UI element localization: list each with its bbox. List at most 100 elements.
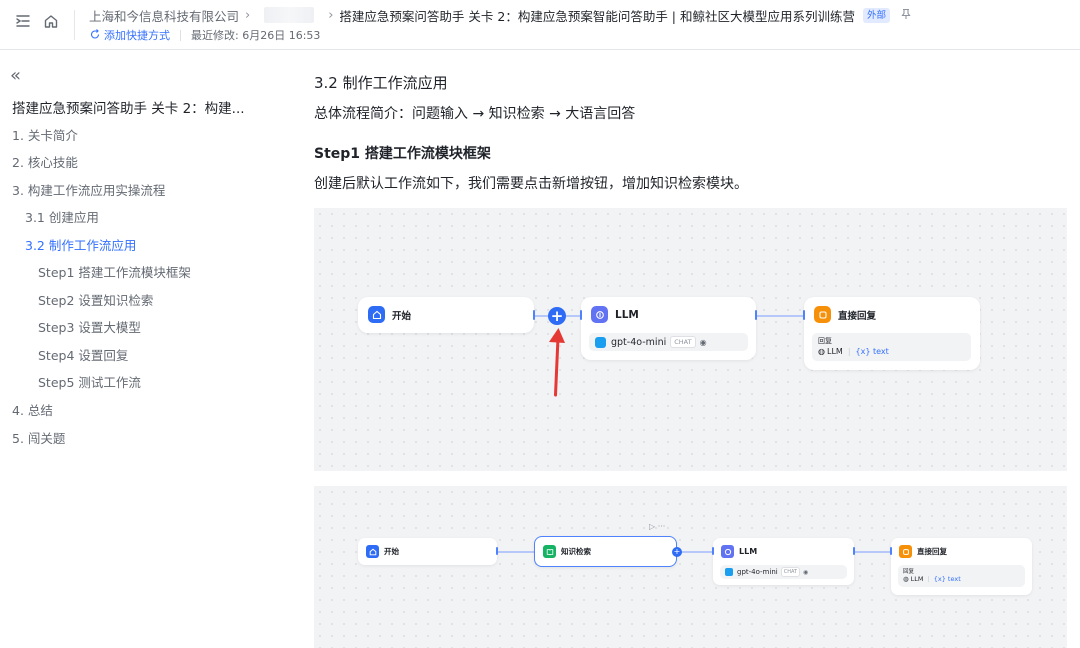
llm-source-icon: ◍ — [903, 575, 909, 583]
red-arrow-annotation — [549, 328, 565, 397]
overview-text: 总体流程简介：问题输入 → 知识检索 → 大语言回答 — [314, 106, 636, 122]
node-retrieval-label: 知识检索 — [561, 547, 591, 556]
node-llm-port-out — [755, 310, 757, 320]
breadcrumb-hidden-folder[interactable] — [264, 7, 315, 23]
source-divider: | — [927, 575, 930, 583]
toc-item-step1[interactable]: Step1 搭建工作流模块框架 — [38, 262, 191, 281]
reply-content-field[interactable]: 回复 ◍ LLM | {x} text — [898, 565, 1025, 587]
book-icon — [543, 545, 556, 558]
section-heading: 3.2 制作工作流应用 — [314, 74, 448, 92]
reply-icon — [814, 306, 831, 323]
collapse-sidebar-icon[interactable]: « — [10, 67, 21, 85]
edge-retrieval-to-llm — [680, 551, 713, 553]
chevron-right-icon: › — [245, 7, 251, 23]
toc-item-summary[interactable]: 4. 总结 — [12, 400, 53, 419]
shortcut-icon — [90, 29, 100, 39]
llm-model-name: gpt-4o-mini — [737, 568, 778, 576]
openai-icon — [725, 568, 733, 576]
menu-expand-icon[interactable] — [14, 12, 32, 30]
edge-add-to-llm — [566, 315, 580, 317]
node-llm[interactable]: LLM gpt-4o-mini CHAT ◉ — [581, 297, 756, 360]
header-divider — [74, 10, 75, 40]
node-toolbar[interactable]: ▷ ··· — [649, 522, 665, 531]
node-reply-port — [890, 547, 892, 555]
llm-icon — [591, 306, 608, 323]
doc-title: 搭建应急预案问答助手 关卡 2：构建应急预案智能问答助手 | 和鲸社区大模型应用… — [339, 8, 855, 24]
node-llm[interactable]: LLM gpt-4o-mini CHAT ◉ — [713, 538, 854, 585]
node-llm-label: LLM — [739, 547, 758, 556]
edge-start-to-retrieval — [497, 551, 534, 553]
meta-divider — [180, 29, 181, 41]
node-reply-port — [803, 310, 805, 320]
toc-item-build-flow[interactable]: 3. 构建工作流应用实操流程 — [12, 180, 165, 199]
home-icon[interactable] — [42, 12, 60, 30]
toc-item-skills[interactable]: 2. 核心技能 — [12, 152, 78, 171]
breadcrumb-company[interactable]: 上海和今信息科技有限公司 — [89, 6, 239, 25]
pin-icon[interactable] — [900, 8, 912, 23]
add-shortcut-link[interactable]: 添加快捷方式 — [89, 27, 170, 43]
reply-source: LLM — [826, 347, 843, 356]
toc-sidebar: « 搭建应急预案问答助手 关卡 2：构建... 1. 关卡简介 2. 核心技能 … — [0, 50, 290, 648]
node-start-port — [533, 310, 535, 320]
toc-item-quiz[interactable]: 5. 闯关题 — [12, 428, 65, 447]
node-llm-port-in — [712, 547, 714, 555]
toc-item-step4[interactable]: Step4 设置回复 — [38, 345, 128, 364]
step-text: 创建后默认工作流如下，我们需要点击新增按钮，增加知识检索模块。 — [314, 176, 748, 192]
reply-icon — [899, 545, 912, 558]
add-shortcut-label: 添加快捷方式 — [104, 29, 170, 42]
chat-mode-badge: CHAT — [670, 336, 696, 348]
node-reply-label: 直接回复 — [838, 310, 877, 322]
toc-item-intro[interactable]: 1. 关卡简介 — [12, 125, 78, 144]
add-node-button[interactable]: + — [672, 547, 682, 557]
toc-item-create-app[interactable]: 3.1 创建应用 — [25, 207, 99, 226]
node-start-label: 开始 — [384, 547, 399, 556]
node-start[interactable]: 开始 — [358, 538, 497, 565]
home-icon — [366, 545, 379, 558]
step-heading: Step1 搭建工作流模块框架 — [314, 146, 491, 162]
last-modified: 最近修改: 6月26日 16:53 — [191, 29, 321, 42]
source-divider: | — [847, 347, 851, 356]
workflow-image-default: 开始 + LLM gpt-4o-mini CHAT ◉ 直接回复 回复 ◍ LL… — [314, 208, 1067, 471]
toc-item-step3[interactable]: Step3 设置大模型 — [38, 317, 141, 336]
workflow-image-with-retrieval: 开始 ▷ ··· 知识检索 + LLM gpt-4o-mini CHAT ◉ 直… — [314, 486, 1067, 648]
node-llm-port-in — [580, 310, 582, 320]
reply-field-label: 回复 — [818, 337, 832, 345]
toc-title[interactable]: 搭建应急预案问答助手 关卡 2：构建... — [12, 97, 245, 117]
doc-body: 3.2 制作工作流应用 总体流程简介：问题输入 → 知识检索 → 大语言回答 S… — [314, 50, 1068, 648]
doc-meta: 添加快捷方式 最近修改: 6月26日 16:53 — [89, 27, 320, 43]
openai-icon — [595, 336, 606, 348]
chat-mode-badge: CHAT — [780, 567, 801, 577]
llm-model-name: gpt-4o-mini — [611, 336, 667, 348]
doc-header: 上海和今信息科技有限公司 › › 搭建应急预案问答助手 关卡 2：构建应急预案智… — [0, 0, 1080, 50]
add-node-button[interactable]: + — [548, 307, 566, 325]
edge-llm-to-reply — [854, 551, 891, 553]
node-llm-label: LLM — [615, 308, 639, 321]
llm-source-icon: ◍ — [818, 347, 825, 356]
home-icon — [368, 306, 385, 323]
toc-item-step2[interactable]: Step2 设置知识检索 — [38, 290, 153, 309]
llm-model-field[interactable]: gpt-4o-mini CHAT ◉ — [589, 333, 748, 351]
eye-icon: ◉ — [803, 568, 809, 576]
reply-variable: {x} text — [933, 575, 961, 583]
eye-icon: ◉ — [699, 337, 707, 347]
reply-field-label: 回复 — [903, 569, 915, 575]
reply-variable: {x} text — [855, 347, 889, 356]
edge-llm-to-reply — [756, 315, 804, 317]
node-start-label: 开始 — [392, 310, 412, 322]
node-direct-reply[interactable]: 直接回复 回复 ◍ LLM | {x} text — [891, 538, 1032, 595]
external-badge: 外部 — [862, 7, 890, 23]
reply-source: LLM — [910, 575, 924, 583]
llm-icon — [721, 545, 734, 558]
llm-model-field[interactable]: gpt-4o-mini CHAT ◉ — [720, 565, 847, 579]
node-start[interactable]: 开始 — [358, 297, 534, 333]
node-direct-reply[interactable]: 直接回复 回复 ◍ LLM | {x} text — [804, 297, 980, 370]
breadcrumb: 上海和今信息科技有限公司 › › 搭建应急预案问答助手 关卡 2：构建应急预案智… — [89, 6, 912, 24]
node-start-port — [496, 547, 498, 555]
node-reply-label: 直接回复 — [917, 547, 947, 556]
node-llm-port-out — [853, 547, 855, 555]
toc-item-step5[interactable]: Step5 测试工作流 — [38, 372, 141, 391]
reply-content-field[interactable]: 回复 ◍ LLM | {x} text — [812, 333, 971, 361]
toc-item-make-workflow[interactable]: 3.2 制作工作流应用 — [25, 235, 136, 254]
chevron-right-icon: › — [328, 7, 334, 23]
node-knowledge-retrieval[interactable]: 知识检索 — [534, 536, 677, 567]
